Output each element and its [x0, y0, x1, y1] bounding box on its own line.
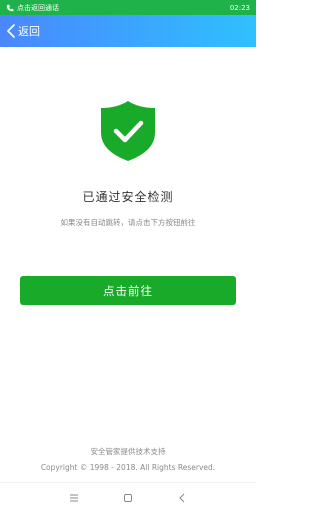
return-to-call[interactable]: 点击返回通话 [6, 3, 59, 13]
status-bar[interactable]: 点击返回通话 02:23 [0, 0, 256, 15]
tech-support-text: 安全管家提供技术支持 [90, 447, 166, 456]
back-button[interactable]: 返回 [0, 15, 40, 47]
menu-button[interactable] [47, 483, 101, 512]
system-back-button[interactable] [155, 483, 209, 512]
menu-icon [70, 494, 78, 501]
system-nav-bar [0, 482, 256, 512]
home-square-icon [124, 493, 132, 502]
phone-icon [6, 4, 14, 11]
page-title: 已通过安全检测 [82, 190, 174, 204]
status-time: 02:23 [229, 3, 250, 12]
chevron-left-icon [7, 24, 15, 38]
redirect-hint: 如果没有自动跳转，请点击下方按钮前往 [60, 218, 196, 227]
home-button[interactable] [101, 483, 155, 512]
copyright-text: Copyright © 1998 - 2018. All Rights Rese… [40, 463, 216, 472]
back-label: 返回 [18, 25, 40, 38]
shield-check-icon [101, 101, 155, 161]
back-arrow-icon [179, 493, 185, 502]
go-button[interactable]: 点击前往 [20, 276, 236, 305]
nav-bar: 返回 [0, 15, 256, 47]
return-to-call-label: 点击返回通话 [17, 3, 59, 12]
